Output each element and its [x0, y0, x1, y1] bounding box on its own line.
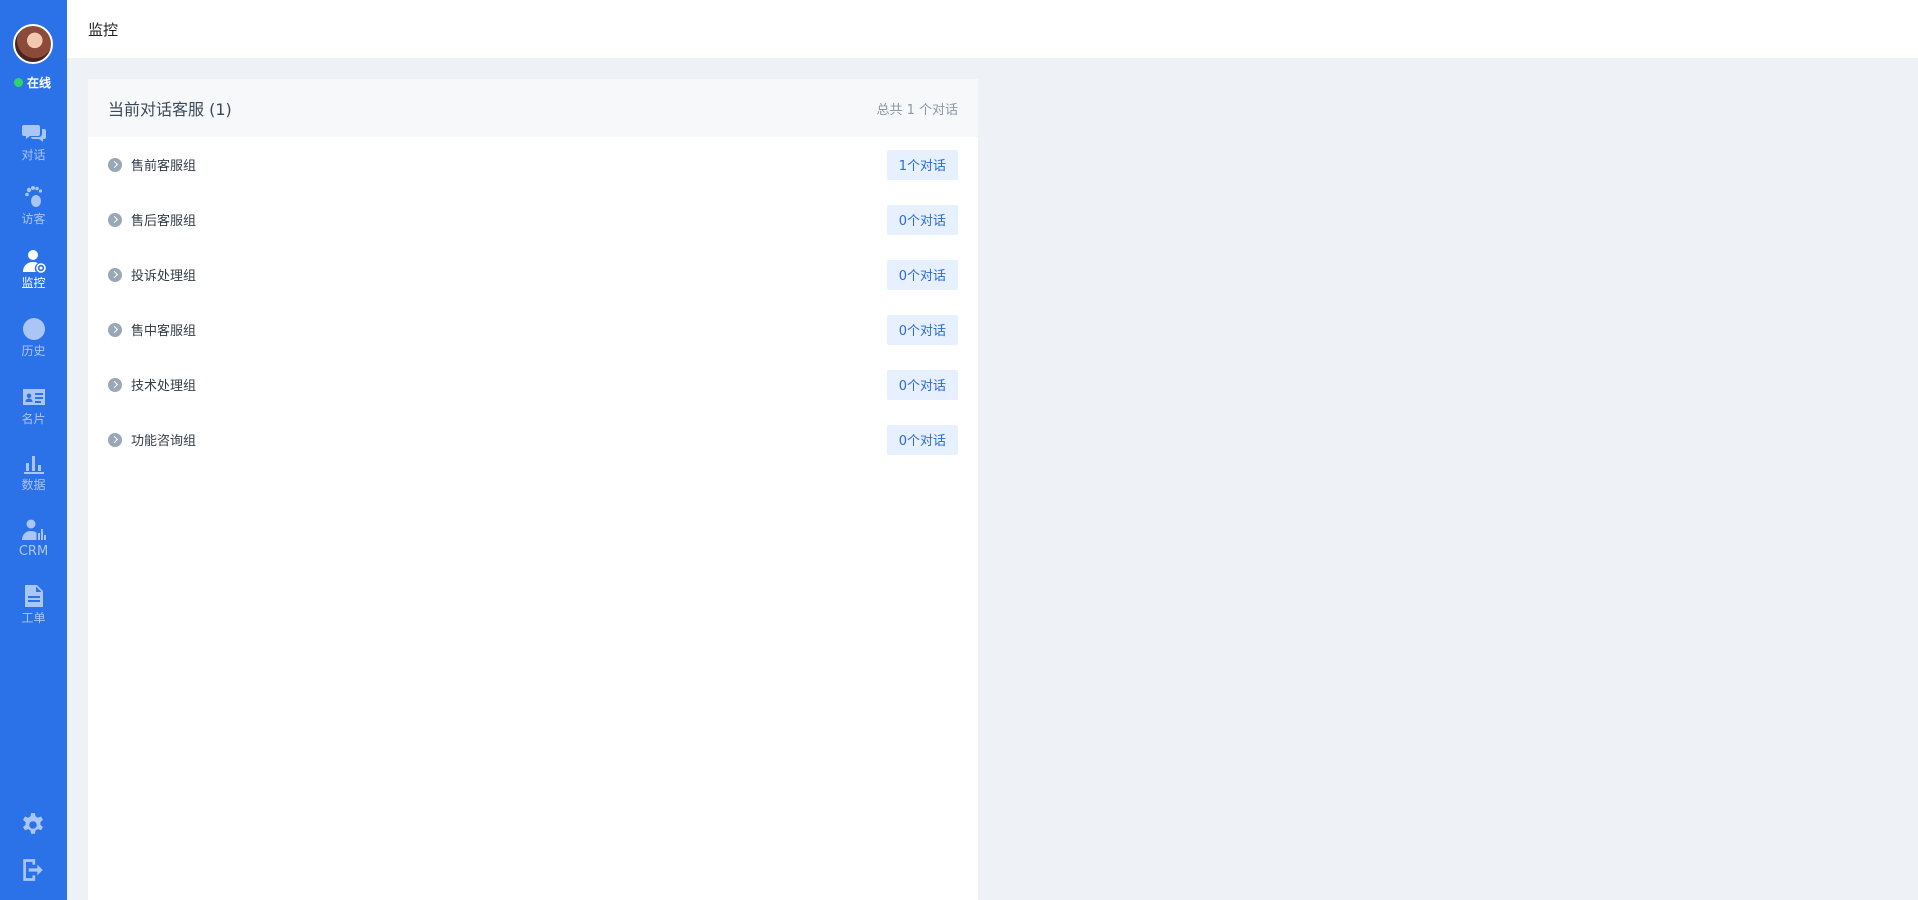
online-dot-icon: [14, 78, 23, 87]
nav-label: 名片: [21, 412, 46, 426]
group-row[interactable]: 售中客服组 0个对话: [88, 302, 978, 357]
group-left: 售中客服组: [108, 320, 196, 339]
group-name: 投诉处理组: [131, 269, 197, 284]
group-row[interactable]: 售前客服组 1个对话: [88, 137, 978, 192]
group-left: 功能咨询组: [108, 430, 196, 449]
document-icon: [21, 583, 47, 609]
panel-header: 当前对话客服 (1) 总共 1 个对话: [88, 79, 978, 137]
panel-title: 当前对话客服 (1): [108, 100, 232, 119]
group-name: 售中客服组: [131, 324, 197, 339]
group-name: 功能咨询组: [131, 434, 197, 449]
nav-item-history[interactable]: 历史: [0, 316, 67, 372]
bar-chart-icon: [21, 450, 47, 476]
group-left: 投诉处理组: [108, 265, 196, 284]
nav-item-data[interactable]: 数据: [0, 450, 67, 506]
group-left: 售后客服组: [108, 210, 196, 229]
conversation-count-badge[interactable]: 1个对话: [886, 149, 958, 180]
conversation-count-badge[interactable]: 0个对话: [886, 369, 958, 400]
conversation-count-badge[interactable]: 0个对话: [886, 259, 958, 290]
chat-icon: [21, 120, 47, 146]
group-row[interactable]: 售后客服组 0个对话: [88, 192, 978, 247]
nav-item-chat[interactable]: 对话: [0, 120, 67, 176]
total-conversations: 总共 1 个对话: [876, 102, 958, 118]
group-name: 技术处理组: [131, 379, 197, 394]
chevron-right-icon: [108, 432, 122, 447]
chevron-right-icon: [108, 267, 122, 282]
footprint-icon: [21, 184, 47, 210]
crm-user-chart-icon: [21, 517, 47, 543]
clock-icon: [21, 316, 47, 342]
chevron-right-icon: [108, 377, 122, 392]
nav-label: 历史: [21, 344, 46, 358]
avatar[interactable]: [13, 24, 53, 64]
group-row[interactable]: 投诉处理组 0个对话: [88, 247, 978, 302]
nav-item-cards[interactable]: 名片: [0, 384, 67, 440]
logout-icon[interactable]: [20, 857, 46, 883]
monitor-user-icon: [21, 248, 47, 274]
chevron-right-icon: [108, 157, 122, 172]
id-card-icon: [21, 384, 47, 410]
conversation-count-badge[interactable]: 0个对话: [886, 314, 958, 345]
online-status[interactable]: 在线: [14, 74, 51, 91]
page-title: 监控: [88, 21, 119, 39]
group-name: 售前客服组: [131, 159, 197, 174]
monitor-panel: 当前对话客服 (1) 总共 1 个对话 售前客服组 1个对话 售后客服组 0个对…: [88, 79, 978, 900]
sidebar: 在线 对话 访客 监控 历史 名片 数据 CRM 工单: [0, 0, 67, 900]
nav-label: 数据: [21, 478, 46, 492]
nav-label: 访客: [21, 212, 46, 226]
nav-label: 对话: [21, 148, 46, 162]
gear-icon[interactable]: [20, 812, 46, 838]
top-header: 监控: [67, 0, 1918, 58]
conversation-count-badge[interactable]: 0个对话: [886, 204, 958, 235]
chevron-right-icon: [108, 322, 122, 337]
chevron-right-icon: [108, 212, 122, 227]
group-left: 售前客服组: [108, 155, 196, 174]
group-row[interactable]: 功能咨询组 0个对话: [88, 412, 978, 467]
group-list: 售前客服组 1个对话 售后客服组 0个对话 投诉处理组 0个对话 售中客服组 0…: [88, 137, 978, 467]
group-left: 技术处理组: [108, 375, 196, 394]
nav-label: CRM: [18, 544, 49, 559]
nav-item-visitors[interactable]: 访客: [0, 184, 67, 240]
group-row[interactable]: 技术处理组 0个对话: [88, 357, 978, 412]
nav-item-monitor[interactable]: 监控: [0, 248, 67, 304]
group-name: 售后客服组: [131, 214, 197, 229]
nav-label: 工单: [21, 611, 46, 625]
nav-item-tickets[interactable]: 工单: [0, 583, 67, 639]
nav-item-crm[interactable]: CRM: [0, 517, 67, 573]
status-label: 在线: [27, 76, 52, 90]
conversation-count-badge[interactable]: 0个对话: [886, 424, 958, 455]
nav-label: 监控: [21, 276, 46, 290]
